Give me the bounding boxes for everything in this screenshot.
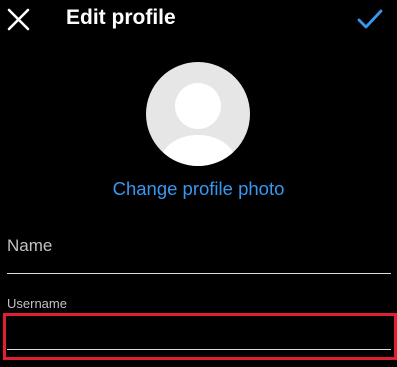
profile-avatar[interactable] <box>146 62 250 166</box>
close-button[interactable] <box>5 6 32 33</box>
name-field[interactable] <box>7 230 389 268</box>
username-field-underline <box>7 349 391 350</box>
change-profile-photo-link[interactable]: Change profile photo <box>0 177 397 201</box>
top-bar: Edit profile <box>0 0 397 38</box>
username-field[interactable] <box>8 318 388 348</box>
checkmark-icon <box>357 9 383 29</box>
username-label: Username <box>7 296 67 311</box>
confirm-button[interactable] <box>355 5 385 33</box>
page-title: Edit profile <box>66 6 176 29</box>
name-field-underline <box>7 273 391 274</box>
default-avatar-icon <box>146 62 250 166</box>
close-icon <box>7 8 30 31</box>
